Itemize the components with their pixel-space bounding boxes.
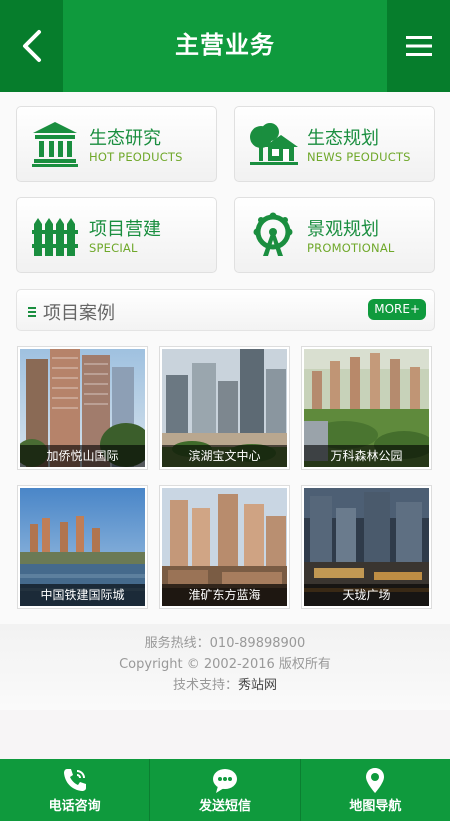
category-eco-planning[interactable]: 生态规划 NEWS PEODUCTS bbox=[234, 106, 435, 182]
menu-button[interactable] bbox=[387, 0, 450, 92]
top-header: 主营业务 bbox=[0, 0, 450, 92]
project-name: 天珑广场 bbox=[304, 584, 429, 606]
project-card[interactable]: 淮矿东方蓝海 bbox=[159, 485, 290, 609]
category-title: 景观规划 bbox=[307, 219, 379, 240]
project-name: 加侨悦山国际 bbox=[20, 445, 145, 467]
support-label: 技术支持： bbox=[172, 678, 238, 693]
back-button[interactable] bbox=[0, 0, 63, 92]
copyright-text: Copyright © 2002-2016 版权所有 bbox=[119, 657, 331, 672]
category-subtitle: SPECIAL bbox=[89, 241, 138, 255]
category-project-construction[interactable]: 项目营建 SPECIAL bbox=[16, 197, 217, 273]
hotline-text: 服务热线：010-89898900 bbox=[144, 636, 306, 651]
project-card[interactable]: 天珑广场 bbox=[301, 485, 432, 609]
nav-label: 电话咨询 bbox=[48, 799, 101, 814]
project-card[interactable]: 万科森林公园 bbox=[301, 346, 432, 470]
more-button[interactable]: MORE+ bbox=[368, 299, 426, 320]
category-eco-research[interactable]: 生态研究 HOT PEODUCTS bbox=[16, 106, 217, 182]
project-name: 滨湖宝文中心 bbox=[162, 445, 287, 467]
project-card[interactable]: 滨湖宝文中心 bbox=[159, 346, 290, 470]
hamburger-menu-icon bbox=[405, 36, 432, 56]
bottom-nav: 电话咨询 发送短信 地图导航 bbox=[0, 759, 450, 821]
nav-map-guide[interactable]: 地图导航 bbox=[299, 759, 450, 821]
building-columns-icon bbox=[32, 122, 78, 167]
fence-icon bbox=[32, 218, 78, 256]
back-arrow-icon bbox=[22, 30, 41, 62]
ferris-wheel-icon bbox=[253, 212, 293, 256]
category-title: 项目营建 bbox=[89, 219, 161, 240]
project-cases-header: 项目案例 MORE+ bbox=[16, 289, 435, 331]
category-subtitle: HOT PEODUCTS bbox=[89, 150, 183, 164]
project-name: 万科森林公园 bbox=[304, 445, 429, 467]
nav-phone-consult[interactable]: 电话咨询 bbox=[0, 759, 149, 821]
nav-label: 发送短信 bbox=[198, 799, 251, 814]
project-card[interactable]: 加侨悦山国际 bbox=[17, 346, 148, 470]
footer: 服务热线：010-89898900 Copyright © 2002-2016 … bbox=[0, 624, 450, 710]
nav-label: 地图导航 bbox=[349, 799, 402, 814]
category-title: 生态规划 bbox=[307, 128, 379, 149]
list-icon bbox=[28, 307, 36, 319]
page-title: 主营业务 bbox=[175, 31, 275, 59]
main-content: 生态研究 HOT PEODUCTS 生态规划 NEWS PEODUCTS 项目营… bbox=[0, 92, 450, 624]
category-title: 生态研究 bbox=[89, 128, 161, 149]
section-title: 项目案例 bbox=[43, 303, 115, 324]
nav-send-sms[interactable]: 发送短信 bbox=[149, 759, 299, 821]
project-name: 淮矿东方蓝海 bbox=[162, 584, 287, 606]
map-pin-icon bbox=[366, 768, 385, 793]
house-tree-icon bbox=[250, 123, 298, 165]
category-subtitle: PROMOTIONAL bbox=[307, 241, 395, 255]
phone-icon bbox=[63, 769, 86, 791]
tech-support: 技术支持：秀站网 bbox=[0, 675, 450, 696]
message-bubble-icon bbox=[212, 769, 237, 793]
category-subtitle: NEWS PEODUCTS bbox=[307, 150, 411, 164]
support-link[interactable]: 秀站网 bbox=[238, 678, 277, 693]
project-card[interactable]: 中国铁建国际城 bbox=[17, 485, 148, 609]
project-name: 中国铁建国际城 bbox=[20, 584, 145, 606]
category-landscape-planning[interactable]: 景观规划 PROMOTIONAL bbox=[234, 197, 435, 273]
